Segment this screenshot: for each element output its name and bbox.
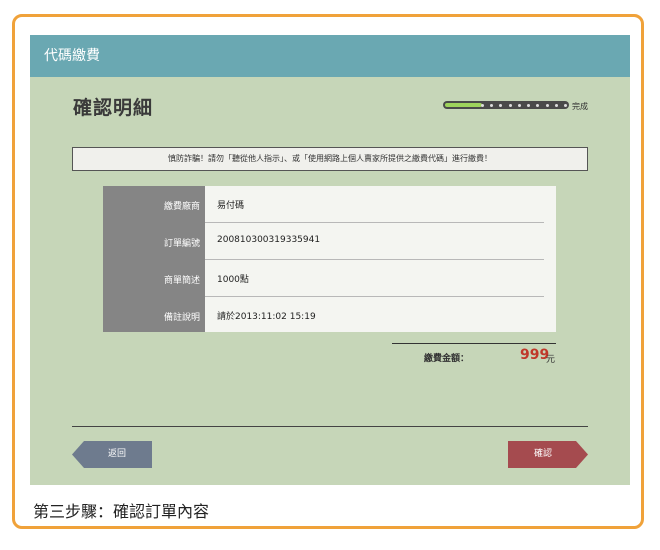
- detail-row-remarks: 備註說明 請於2013:11:02 15:19: [103, 297, 556, 334]
- fraud-warning-notice: 慎防詐騙！請勿「聽從他人指示」、或「使用網路上個人賣家所提供之繳費代碼」進行繳費…: [72, 147, 588, 171]
- total-unit: 元: [546, 355, 556, 365]
- app-screen: 代碼繳費 確認明細 完成 慎防詐騙！請勿「聽從他人指示」、或「使用網路上個人賣家…: [30, 35, 630, 485]
- row-value: 請於2013:11:02 15:19: [217, 312, 316, 322]
- total-label: 繳費金額：: [424, 354, 470, 364]
- detail-row-description: 商單簡述 1000點: [103, 260, 556, 297]
- footer-divider: [72, 426, 588, 427]
- row-value: 易付碼: [217, 201, 245, 211]
- progress-bar: [443, 101, 569, 109]
- row-label: 訂單編號: [163, 239, 200, 249]
- row-value: 1000點: [217, 275, 249, 285]
- progress-fill: [445, 103, 482, 107]
- confirm-button[interactable]: 確認: [508, 441, 588, 468]
- detail-row-order-number: 訂單編號 200810300319335941: [103, 223, 556, 260]
- order-details-table: 繳費廠商 易付碼 訂單編號 200810300319335941 商單簡述 10…: [103, 186, 556, 332]
- row-label: 商單簡述: [163, 276, 200, 286]
- detail-row-vendor: 繳費廠商 易付碼: [103, 186, 556, 223]
- total-divider: [392, 343, 556, 344]
- confirm-button-label: 確認: [533, 449, 552, 459]
- back-button[interactable]: 返回: [72, 441, 152, 468]
- back-button-label: 返回: [107, 449, 126, 459]
- row-label: 繳費廠商: [163, 202, 200, 212]
- window-title: 代碼繳費: [30, 35, 630, 77]
- progress-label: 完成: [572, 102, 588, 111]
- progress-steps: [481, 101, 567, 109]
- total-amount: 999: [520, 347, 550, 363]
- figure-caption: 第三步驟：確認訂單內容: [33, 502, 210, 521]
- row-label: 備註說明: [163, 313, 200, 323]
- page-title: 確認明細: [73, 97, 154, 119]
- row-value: 200810300319335941: [217, 235, 321, 245]
